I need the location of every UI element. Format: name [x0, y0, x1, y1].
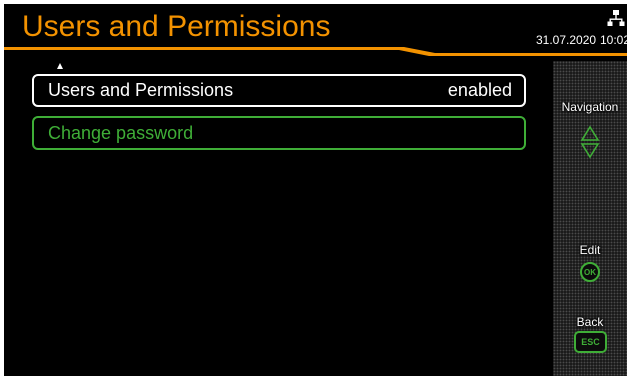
device-screen: Users and Permissions 31.07.2020 10:02 U…: [4, 4, 627, 376]
menu-item-label: Change password: [48, 122, 194, 143]
menu-item-value: enabled: [447, 80, 512, 100]
ok-button[interactable]: OK: [580, 262, 600, 282]
navigation-label: Navigation: [561, 100, 619, 114]
scroll-up-arrow[interactable]: [57, 63, 63, 69]
edit-label: Edit: [579, 243, 601, 257]
up-down-arrows-icon[interactable]: [579, 125, 601, 159]
menu-item-label: Users and Permissions: [48, 80, 234, 100]
back-label: Back: [576, 315, 604, 329]
page-title: Users and Permissions: [22, 10, 331, 43]
menu-item-change-password[interactable]: Change password: [32, 116, 526, 150]
esc-button[interactable]: ESC: [574, 331, 607, 353]
network-icon: [607, 10, 625, 26]
header-accent-bar: [4, 47, 627, 56]
menu-item-users-and-permissions[interactable]: Users and Permissions enabled: [32, 74, 526, 107]
